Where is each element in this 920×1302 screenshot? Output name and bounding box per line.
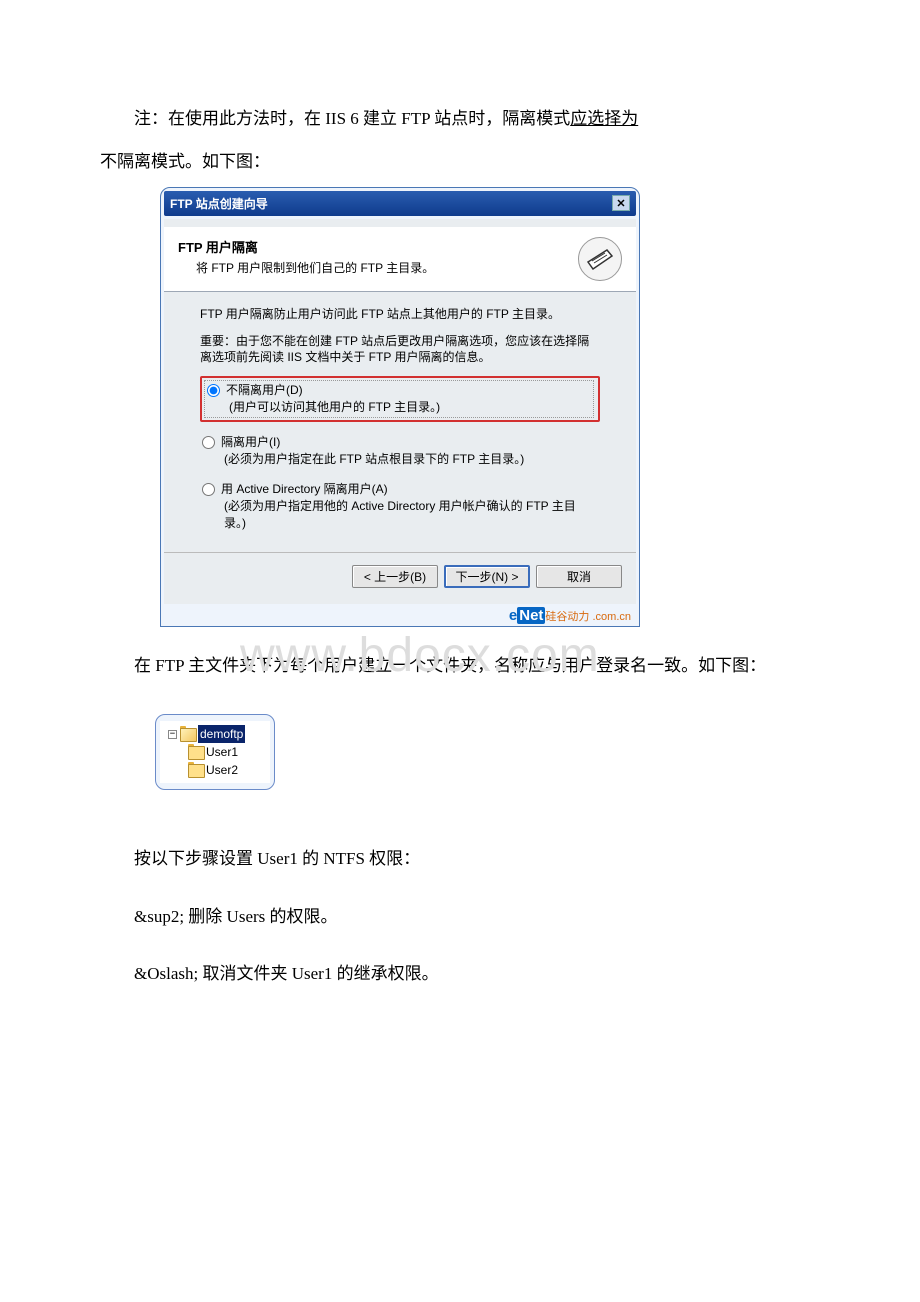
tree-root-label: demoftp — [198, 725, 245, 743]
radio-ad-isolate[interactable] — [202, 483, 215, 496]
ftp-wizard-dialog: FTP 站点创建向导 ✕ FTP 用户隔离 将 FTP 用户限制到他们自己的 F… — [160, 187, 640, 627]
radio-isolate[interactable] — [202, 436, 215, 449]
cancel-button[interactable]: 取消 — [536, 565, 622, 588]
radio1-label: 不隔离用户(D) — [226, 382, 303, 399]
wizard-header-sub: 将 FTP 用户限制到他们自己的 FTP 主目录。 — [196, 259, 578, 276]
info-text-2: 重要：由于您不能在创建 FTP 站点后更改用户隔离选项，您应该在选择隔离选项前先… — [200, 333, 600, 367]
titlebar: FTP 站点创建向导 ✕ — [164, 191, 636, 216]
tree-child2-label: User2 — [206, 761, 238, 779]
folder-tree: − demoftp User1 User2 — [155, 714, 275, 790]
intro-underline: 应选择为 — [570, 109, 638, 128]
dialog-title: FTP 站点创建向导 — [170, 195, 268, 212]
radio2-label: 隔离用户(I) — [221, 434, 280, 451]
radio-no-isolation[interactable] — [207, 384, 220, 397]
printer-icon — [578, 237, 622, 281]
radio-option-no-isolation[interactable]: 不隔离用户(D) (用户可以访问其他用户的 FTP 主目录。) — [200, 376, 600, 422]
page-content: 注：在使用此方法时，在 IIS 6 建立 FTP 站点时，隔离模式应选择为 不隔… — [0, 0, 920, 1052]
radio2-sublabel: (必须为用户指定在此 FTP 站点根目录下的 FTP 主目录。) — [224, 451, 596, 468]
tree-root-row[interactable]: − demoftp — [164, 725, 266, 743]
tree-child2-row[interactable]: User2 — [164, 761, 266, 779]
paragraph-4: &Oslash; 取消文件夹 User1 的继承权限。 — [100, 955, 820, 992]
radio1-sublabel: (用户可以访问其他用户的 FTP 主目录。) — [229, 399, 591, 416]
prev-button[interactable]: < 上一步(B) — [352, 565, 438, 588]
paragraph-1: 在 FTP 主文件夹下为每个用户建立一个文件夹，名称应与用户登录名一致。如下图： — [100, 647, 820, 684]
wizard-header: FTP 用户隔离 将 FTP 用户限制到他们自己的 FTP 主目录。 — [164, 227, 636, 292]
folder-icon — [188, 746, 203, 758]
minus-icon[interactable]: − — [168, 730, 177, 739]
intro-line2: 不隔离模式。如下图： — [100, 143, 820, 180]
radio-option-isolate[interactable]: 隔离用户(I) (必须为用户指定在此 FTP 站点根目录下的 FTP 主目录。) — [200, 432, 600, 470]
paragraph-3: &sup2; 删除 Users 的权限。 — [100, 898, 820, 935]
tree-child1-label: User1 — [206, 743, 238, 761]
info-text-1: FTP 用户隔离防止用户访问此 FTP 站点上其他用户的 FTP 主目录。 — [200, 306, 600, 323]
button-row: < 上一步(B) 下一步(N) > 取消 — [164, 552, 636, 594]
wizard-body: FTP 用户隔离 将 FTP 用户限制到他们自己的 FTP 主目录。 FTP 用… — [164, 219, 636, 604]
folder-icon — [180, 728, 195, 740]
next-button[interactable]: 下一步(N) > — [444, 565, 530, 588]
enet-watermark: eNet硅谷动力 .com.cn — [161, 607, 639, 626]
radio-option-ad-isolate[interactable]: 用 Active Directory 隔离用户(A) (必须为用户指定用他的 A… — [200, 479, 600, 533]
wizard-content: FTP 用户隔离防止用户访问此 FTP 站点上其他用户的 FTP 主目录。 重要… — [164, 292, 636, 552]
radio3-label: 用 Active Directory 隔离用户(A) — [221, 481, 388, 498]
tree-child1-row[interactable]: User1 — [164, 743, 266, 761]
wizard-header-title: FTP 用户隔离 — [178, 237, 578, 256]
radio3-sublabel: (必须为用户指定用他的 Active Directory 用户帐户确认的 FTP… — [224, 498, 596, 532]
intro-line1: 注：在使用此方法时，在 IIS 6 建立 FTP 站点时，隔离模式应选择为 — [100, 100, 820, 137]
close-icon[interactable]: ✕ — [612, 195, 630, 211]
paragraph-2: 按以下步骤设置 User1 的 NTFS 权限： — [100, 840, 820, 877]
folder-icon — [188, 764, 203, 776]
